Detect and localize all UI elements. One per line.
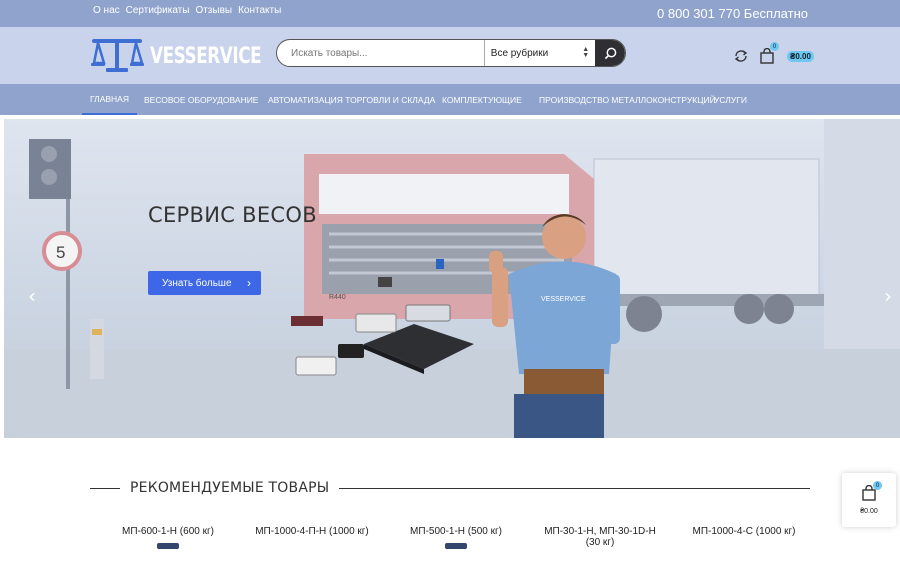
nav-item-home[interactable]: Главная bbox=[82, 84, 137, 115]
product-title[interactable]: МП-1000-4-П-Н (1000 кг) bbox=[248, 526, 376, 537]
hero-title: СЕРВИС ВЕСОВ bbox=[148, 203, 317, 227]
top-links: О нас Сертификаты Отзывы Контакты bbox=[93, 5, 281, 16]
shirt-text: VESSERVICE bbox=[541, 296, 586, 303]
product-image[interactable] bbox=[445, 543, 467, 549]
hero-button-label: Узнать больше bbox=[162, 277, 232, 289]
nav-item-services[interactable]: Услуги bbox=[714, 84, 747, 115]
product-card[interactable]: МП-600-1-Н (600 кг) bbox=[96, 526, 240, 549]
top-link-about[interactable]: О нас bbox=[93, 5, 120, 16]
slider-prev-arrow-icon[interactable]: ‹ bbox=[28, 284, 36, 308]
top-link-certificates[interactable]: Сертификаты bbox=[126, 5, 190, 16]
cart-count-badge: 0 bbox=[770, 42, 779, 51]
top-bar: О нас Сертификаты Отзывы Контакты 0 800 … bbox=[0, 0, 900, 27]
category-select-value: Все рубрики bbox=[490, 47, 549, 59]
header-actions: 0 ₴0.00 bbox=[733, 42, 814, 65]
logo[interactable]: VESSERVICE bbox=[90, 37, 281, 75]
chevron-right-icon: › bbox=[247, 276, 251, 290]
logo-text: VESSERVICE bbox=[150, 43, 262, 69]
product-card[interactable]: МП-1000-4-С (1000 кг) bbox=[672, 526, 816, 549]
compare-icon[interactable] bbox=[733, 48, 749, 64]
nav-item-weighing-equipment[interactable]: Весовое оборудование bbox=[144, 84, 258, 115]
cart-total[interactable]: ₴0.00 bbox=[787, 50, 814, 62]
floating-cart-total: ₴0.00 bbox=[860, 508, 878, 515]
search-button[interactable] bbox=[595, 40, 625, 66]
product-card[interactable]: МП-30-1-Н, МП-30-1D-Н (30 кг) bbox=[528, 526, 672, 549]
search-bar: Все рубрики ▲▼ bbox=[276, 39, 626, 67]
floating-cart[interactable]: 0 ₴0.00 bbox=[842, 473, 896, 527]
product-card[interactable]: МП-500-1-Н (500 кг) bbox=[384, 526, 528, 549]
nav-item-metal-production[interactable]: Производство металлоконструкций bbox=[539, 84, 716, 115]
top-link-reviews[interactable]: Отзывы bbox=[195, 5, 232, 16]
product-image[interactable] bbox=[157, 543, 179, 549]
hero-slider: R440 5 VESSERVICE СЕРВИС ВЕСОВ Узнать бо… bbox=[4, 119, 900, 438]
search-input[interactable] bbox=[277, 40, 484, 66]
hero-background-image: R440 5 VESSERVICE bbox=[4, 119, 900, 438]
nav-item-automation[interactable]: Автоматизация торговли и склада bbox=[268, 84, 435, 115]
product-title[interactable]: МП-1000-4-С (1000 кг) bbox=[680, 526, 808, 537]
product-title[interactable]: МП-500-1-Н (500 кг) bbox=[392, 526, 520, 537]
select-arrows-icon: ▲ ▼ bbox=[582, 46, 590, 59]
floating-cart-count-badge: 0 bbox=[873, 481, 882, 490]
speed-sign-text: 5 bbox=[56, 243, 65, 262]
nav-item-components[interactable]: Комплектующие bbox=[442, 84, 522, 115]
scales-logo-icon bbox=[91, 39, 144, 72]
title-divider-right bbox=[339, 487, 810, 489]
main-nav: Главная Весовое оборудование Автоматизац… bbox=[0, 84, 900, 115]
product-title[interactable]: МП-30-1-Н, МП-30-1D-Н (30 кг) bbox=[536, 526, 664, 548]
phone-number[interactable]: 0 800 301 770 Бесплатно bbox=[657, 6, 808, 21]
featured-products: МП-600-1-Н (600 кг) МП-1000-4-П-Н (1000 … bbox=[96, 526, 816, 549]
truck-plate-text: R440 bbox=[329, 294, 346, 301]
title-divider-left bbox=[90, 487, 120, 489]
featured-section-title: Рекомендуемые товары bbox=[90, 478, 810, 498]
site-header: VESSERVICE Все рубрики ▲▼ 0 bbox=[0, 27, 900, 84]
category-select[interactable]: Все рубрики ▲ ▼ bbox=[483, 40, 595, 66]
top-link-contacts[interactable]: Контакты bbox=[238, 5, 281, 16]
slider-next-arrow-icon[interactable]: › bbox=[884, 284, 892, 308]
search-icon bbox=[604, 47, 616, 59]
product-card[interactable]: МП-1000-4-П-Н (1000 кг) bbox=[240, 526, 384, 549]
hero-learn-more-button[interactable]: Узнать больше › bbox=[148, 271, 261, 295]
product-title[interactable]: МП-600-1-Н (600 кг) bbox=[104, 526, 232, 537]
featured-title: Рекомендуемые товары bbox=[130, 480, 330, 496]
cart-button[interactable]: 0 bbox=[759, 42, 779, 65]
